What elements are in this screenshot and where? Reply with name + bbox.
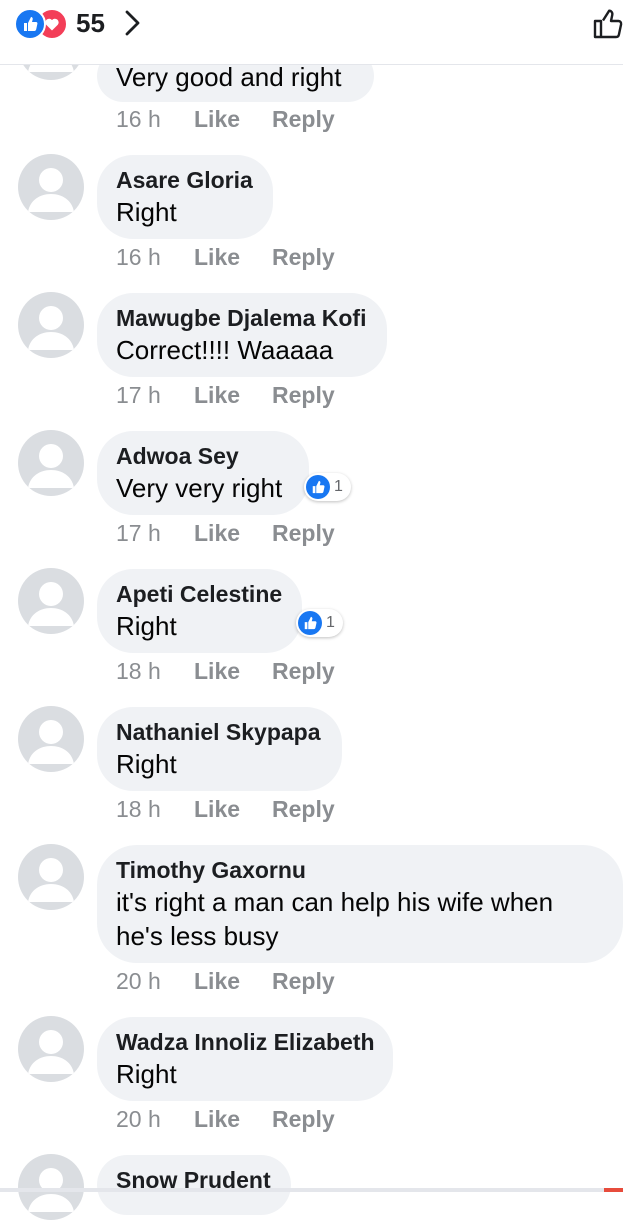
comment-author[interactable]: Nathaniel Skypapa — [116, 717, 322, 747]
like-link[interactable]: Like — [194, 794, 272, 824]
comment-text: Correct!!!! Waaaaa — [116, 335, 334, 365]
like-link[interactable]: Like — [194, 518, 272, 548]
avatar[interactable] — [18, 1016, 84, 1082]
comment-author[interactable]: Wadza Innoliz Elizabeth — [116, 1027, 375, 1057]
reply-link[interactable]: Reply — [272, 104, 335, 134]
comment-actions: 16 h Like Reply — [116, 104, 335, 134]
reply-link[interactable]: Reply — [272, 380, 335, 410]
default-avatar-icon — [28, 1030, 74, 1074]
reactions-header: 55 — [0, 0, 623, 65]
comment-author[interactable]: Asare Gloria — [116, 165, 253, 195]
comment-bubble: Timothy Gaxornu it's right a man can hel… — [97, 845, 623, 963]
comment-time[interactable]: 20 h — [116, 966, 194, 996]
avatar[interactable] — [18, 292, 84, 358]
comment-actions: 18 h Like Reply — [116, 656, 335, 686]
comment-time[interactable]: 20 h — [116, 1104, 194, 1134]
like-button-icon[interactable] — [592, 4, 623, 42]
comment-author[interactable]: Timothy Gaxornu — [116, 855, 603, 885]
comment-time[interactable]: 18 h — [116, 656, 194, 686]
comment-bubble: Asare Gloria Right — [97, 155, 273, 239]
comment-text: Right — [116, 197, 177, 227]
reply-link[interactable]: Reply — [272, 794, 335, 824]
default-avatar-icon — [28, 1168, 74, 1212]
comment-actions: 16 h Like Reply — [116, 242, 335, 272]
like-link[interactable]: Like — [194, 656, 272, 686]
avatar[interactable] — [18, 1154, 84, 1220]
like-link[interactable]: Like — [194, 104, 272, 134]
like-link[interactable]: Like — [194, 1104, 272, 1134]
comment-bubble: Mawugbe Djalema Kofi Correct!!!! Waaaaa — [97, 293, 387, 377]
avatar[interactable] — [18, 568, 84, 634]
avatar[interactable] — [18, 706, 84, 772]
default-avatar-icon — [28, 444, 74, 488]
comment-actions: 17 h Like Reply — [116, 518, 335, 548]
like-icon — [14, 8, 46, 40]
comment-bubble: Adwoa Sey Very very right — [97, 431, 309, 515]
comment-text: Very good and right — [116, 62, 342, 92]
reply-link[interactable]: Reply — [272, 966, 335, 996]
comment-time[interactable]: 17 h — [116, 380, 194, 410]
comment-reactions[interactable]: 1 — [296, 609, 343, 637]
comment-text: Very very right — [116, 473, 283, 503]
comment-actions: 20 h Like Reply — [116, 1104, 335, 1134]
comment-time[interactable]: 17 h — [116, 518, 194, 548]
comment-author[interactable]: Mawugbe Djalema Kofi — [116, 303, 367, 333]
like-reaction-icon — [298, 611, 322, 635]
like-reaction-icon — [306, 475, 330, 499]
like-link[interactable]: Like — [194, 966, 272, 996]
comment-text: it's right a man can help his wife when … — [116, 887, 554, 951]
reply-link[interactable]: Reply — [272, 518, 335, 548]
comment-actions: 20 h Like Reply — [116, 966, 335, 996]
comment-author[interactable]: Adwoa Sey — [116, 441, 289, 471]
bottom-indicator — [604, 1188, 623, 1192]
comment-bubble: Apeti Celestine Right — [97, 569, 302, 653]
reply-link[interactable]: Reply — [272, 656, 335, 686]
like-link[interactable]: Like — [194, 380, 272, 410]
comment-time[interactable]: 16 h — [116, 104, 194, 134]
avatar[interactable] — [18, 430, 84, 496]
default-avatar-icon — [28, 720, 74, 764]
avatar[interactable] — [18, 154, 84, 220]
default-avatar-icon — [28, 858, 74, 902]
default-avatar-icon — [28, 306, 74, 350]
like-link[interactable]: Like — [194, 242, 272, 272]
comment-text: Right — [116, 1059, 177, 1089]
comment-bubble: Snow Prudent — [97, 1155, 291, 1215]
reaction-count[interactable]: 55 — [76, 8, 105, 38]
comment-text: Right — [116, 749, 177, 779]
comment-time[interactable]: 18 h — [116, 794, 194, 824]
reaction-summary[interactable] — [14, 8, 68, 40]
reaction-count: 1 — [334, 478, 343, 495]
reply-link[interactable]: Reply — [272, 1104, 335, 1134]
comment-reactions[interactable]: 1 — [304, 473, 351, 501]
default-avatar-icon — [28, 582, 74, 626]
default-avatar-icon — [28, 168, 74, 212]
chevron-right-icon[interactable] — [124, 8, 142, 38]
comment-actions: 17 h Like Reply — [116, 380, 335, 410]
comment-actions: 18 h Like Reply — [116, 794, 335, 824]
reaction-count: 1 — [326, 614, 335, 631]
comment-text: Right — [116, 611, 177, 641]
bottom-divider — [0, 1188, 623, 1192]
comment-bubble: Nathaniel Skypapa Right — [97, 707, 342, 791]
comment-author[interactable]: Apeti Celestine — [116, 579, 282, 609]
avatar[interactable] — [18, 844, 84, 910]
reply-link[interactable]: Reply — [272, 242, 335, 272]
comment-bubble: Wadza Innoliz Elizabeth Right — [97, 1017, 393, 1101]
comment-time[interactable]: 16 h — [116, 242, 194, 272]
